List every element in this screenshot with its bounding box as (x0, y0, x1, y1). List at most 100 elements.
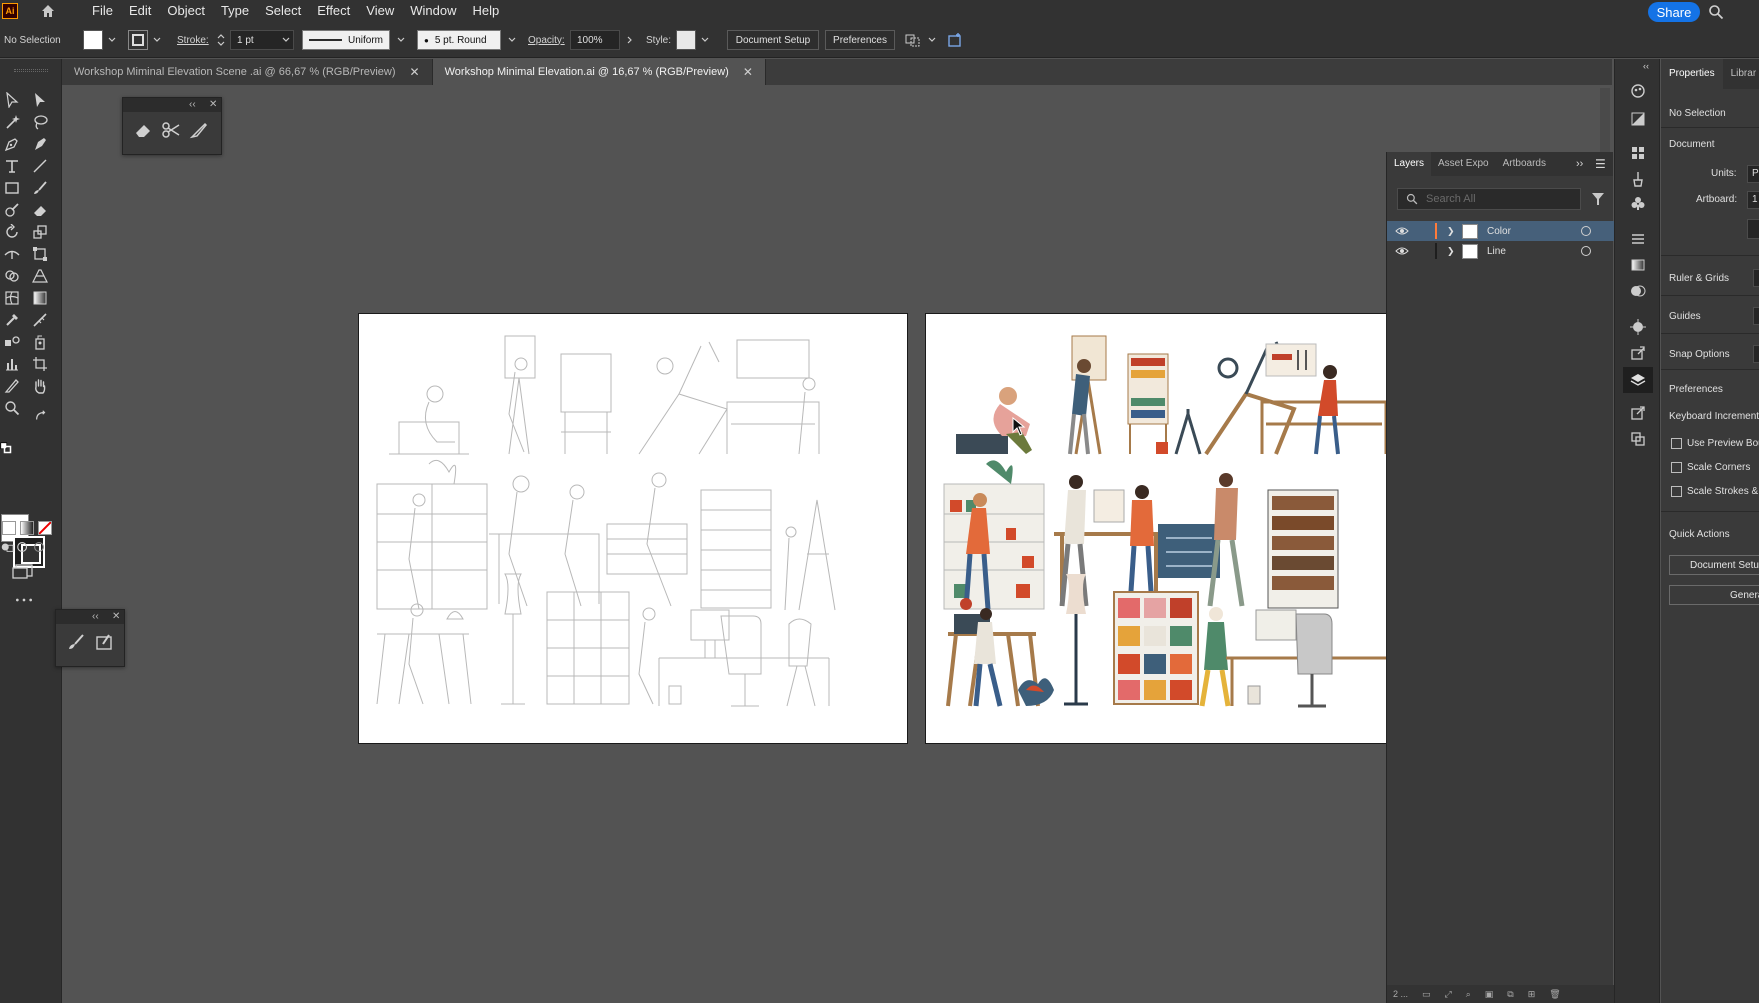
generate-button[interactable]: Genera (1669, 585, 1759, 605)
swap-fill-stroke[interactable] (34, 409, 48, 423)
graphic-styles-icon[interactable] (1628, 109, 1648, 129)
magic-wand-tool[interactable] (0, 111, 24, 133)
pen-tool[interactable] (0, 133, 24, 155)
style-dropdown[interactable] (699, 30, 711, 50)
menu-view[interactable]: View (358, 0, 402, 22)
stroke-panel-icon[interactable] (1628, 229, 1648, 249)
column-graph-tool[interactable] (0, 353, 24, 375)
edit-artboards-button[interactable] (1747, 219, 1759, 239)
filter-icon[interactable] (1591, 192, 1605, 206)
transparency-icon[interactable] (1628, 281, 1648, 301)
shape-builder-tool[interactable] (0, 265, 24, 287)
close-icon[interactable]: ✕ (112, 610, 120, 624)
symbols-icon[interactable] (1628, 193, 1648, 213)
layers-panel-icon[interactable] (1623, 367, 1653, 393)
delete-layer-icon[interactable]: 🗑 (1549, 989, 1560, 1000)
fill-color-swatch[interactable] (83, 30, 103, 50)
units-dropdown[interactable]: Pi (1747, 165, 1759, 183)
target-circle-icon[interactable] (1581, 246, 1591, 256)
paintbrush-icon[interactable] (66, 632, 86, 652)
asset-export-icon[interactable] (1628, 343, 1648, 363)
rotate-tool[interactable] (0, 221, 24, 243)
symbol-sprayer-tool[interactable] (28, 331, 52, 353)
artboard-color[interactable] (925, 313, 1413, 744)
free-transform-tool[interactable] (28, 243, 52, 265)
stroke-label[interactable]: Stroke: (177, 30, 209, 50)
tab-properties[interactable]: Properties (1661, 59, 1723, 89)
opacity-field[interactable]: 100% (570, 30, 620, 50)
layer-row-color[interactable]: ❯ Color (1387, 221, 1614, 241)
float-panel-header[interactable]: ‹‹ ✕ (123, 98, 221, 112)
scale-tool[interactable] (28, 221, 52, 243)
canvas-area[interactable] (62, 85, 1612, 1003)
line-segment-tool[interactable] (28, 155, 52, 177)
draw-inside-button[interactable] (32, 540, 46, 554)
brush-field[interactable]: ● 5 pt. Round (417, 30, 501, 50)
screen-mode-button[interactable] (12, 564, 36, 580)
swatches-icon[interactable] (1628, 143, 1648, 163)
eraser-tool[interactable] (28, 199, 52, 221)
selection-tool[interactable] (0, 89, 24, 111)
collapse-icon[interactable]: ‹‹ (189, 98, 196, 112)
eraser-icon[interactable] (133, 120, 153, 140)
artboard-line[interactable] (358, 313, 908, 744)
tab-asset-export[interactable]: Asset Expo (1431, 152, 1496, 176)
tab-artboards[interactable]: Artboards (1496, 152, 1553, 176)
expand-panel-icon[interactable]: ›› (1576, 158, 1583, 170)
default-fill-stroke[interactable] (0, 442, 12, 454)
graphic-style-swatch[interactable] (676, 30, 696, 50)
fill-dropdown[interactable] (106, 30, 118, 50)
gradient-panel-icon[interactable] (1628, 255, 1648, 275)
isolate-button[interactable] (946, 30, 966, 50)
scissors-icon[interactable] (161, 120, 181, 140)
layers-search-input[interactable]: Search All (1397, 188, 1581, 210)
ruler-toggle[interactable] (1753, 269, 1759, 287)
layer-name[interactable]: Line (1487, 246, 1506, 257)
layer-name[interactable]: Color (1487, 226, 1511, 237)
locate-object-icon[interactable]: ⤢ (1445, 989, 1452, 1000)
new-layer-icon[interactable]: ⊞ (1528, 989, 1536, 1000)
close-icon[interactable]: ✕ (209, 98, 217, 112)
stroke-profile-dropdown[interactable] (395, 30, 407, 50)
share-button[interactable]: Share (1648, 2, 1700, 22)
brushes-icon[interactable] (1628, 169, 1648, 189)
gradient-mode-button[interactable] (20, 521, 34, 535)
tab-document-2[interactable]: Workshop Minimal Elevation.ai @ 16,67 % … (432, 59, 766, 85)
artboard-tool[interactable] (28, 353, 52, 375)
search-layer-icon[interactable]: ⌕ (1466, 989, 1471, 1000)
artboard-field[interactable]: 1 (1747, 191, 1759, 209)
panel-grip[interactable] (14, 69, 48, 72)
scale-corners-checkbox[interactable] (1671, 462, 1682, 473)
visibility-eye-icon[interactable] (1395, 246, 1409, 256)
menu-help[interactable]: Help (464, 0, 507, 22)
close-icon[interactable]: ✕ (410, 65, 420, 79)
curvature-tool[interactable] (28, 133, 52, 155)
clipping-mask-icon[interactable]: ▣ (1485, 989, 1494, 1000)
float-panel-header[interactable]: ‹‹ ✕ (56, 610, 124, 624)
arrange-documents-button[interactable] (904, 30, 924, 50)
search-button[interactable] (1704, 2, 1728, 22)
tab-document-1[interactable]: Workshop Miminal Elevation Scene .ai @ 6… (62, 59, 433, 85)
lasso-tool[interactable] (28, 111, 52, 133)
preferences-button[interactable]: Preferences (825, 30, 895, 50)
none-mode-button[interactable] (38, 521, 52, 535)
collapse-icon[interactable]: ‹‹ (1643, 61, 1649, 71)
chevron-right-icon[interactable]: ❯ (1447, 246, 1455, 257)
width-tool[interactable] (0, 243, 24, 265)
perspective-grid-tool[interactable] (28, 265, 52, 287)
zoom-tool[interactable] (0, 397, 24, 419)
document-setup-button[interactable]: Document Setup (727, 30, 819, 50)
collect-export-icon[interactable]: ▭ (1422, 989, 1431, 1000)
snap-toggle[interactable] (1753, 345, 1759, 363)
menu-object[interactable]: Object (159, 0, 213, 22)
hand-tool[interactable] (28, 375, 52, 397)
knife-icon[interactable] (189, 120, 209, 140)
export-icon[interactable] (1628, 403, 1648, 423)
guides-toggle[interactable] (1753, 307, 1759, 325)
scale-strokes-checkbox[interactable] (1671, 486, 1682, 497)
menu-select[interactable]: Select (257, 0, 309, 22)
artboards-panel-icon[interactable] (1628, 429, 1648, 449)
tab-libraries[interactable]: Librar (1723, 59, 1759, 89)
color-mode-button[interactable] (2, 521, 16, 535)
new-sublayer-icon[interactable]: ⧉ (1507, 989, 1513, 1000)
